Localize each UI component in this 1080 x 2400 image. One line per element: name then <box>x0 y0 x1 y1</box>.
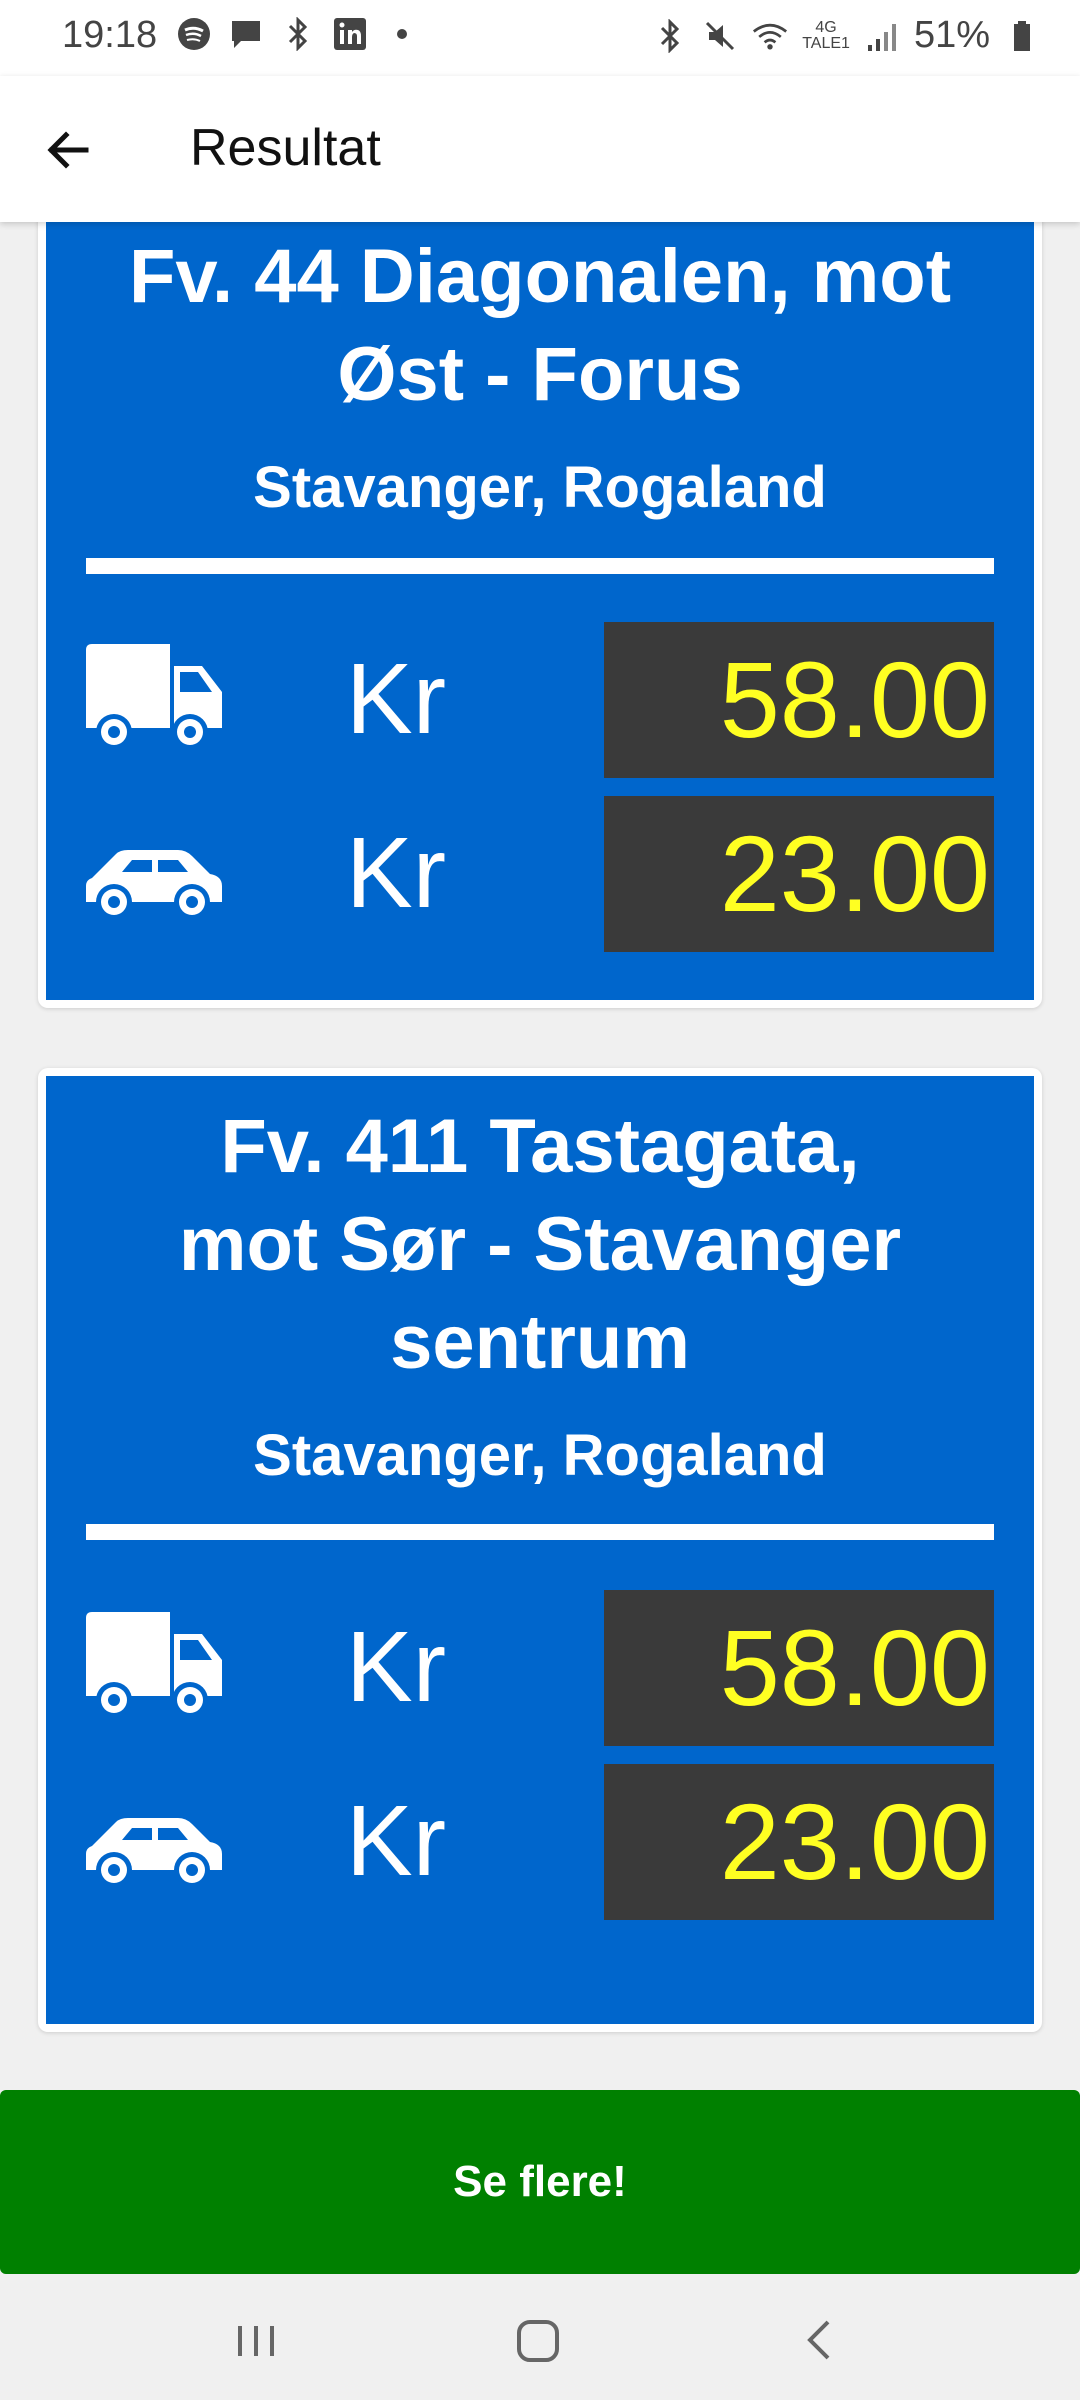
spotify-icon <box>176 16 212 52</box>
car-icon <box>86 850 222 920</box>
currency-label: Kr <box>346 1611 446 1723</box>
status-right-icons: 4G TALE1 51% <box>652 14 1040 57</box>
bluetooth-icon <box>652 18 688 54</box>
network-type: 4G TALE1 <box>802 18 850 52</box>
divider <box>86 1524 994 1540</box>
toll-card-body: Fv. 44 Diagonalen, mot Øst - Forus Stava… <box>46 222 1034 1000</box>
recent-apps-button[interactable] <box>226 2310 286 2370</box>
price-row-car: Kr 23.00 <box>46 796 1034 952</box>
divider <box>86 558 994 574</box>
see-more-button[interactable]: Se flere! <box>0 2090 1080 2274</box>
home-button[interactable] <box>508 2310 568 2370</box>
truck-icon <box>86 1612 222 1718</box>
message-icon <box>228 16 264 52</box>
toll-card[interactable]: Fv. 411 Tastagata, mot Sør - Stavanger s… <box>38 1068 1042 2032</box>
toll-station-name: Fv. 411 Tastagata, mot Sør - Stavanger s… <box>178 1104 902 1385</box>
price-display: 58.00 <box>604 1590 994 1746</box>
currency-label: Kr <box>346 643 446 755</box>
toll-location: Stavanger, Rogaland <box>253 1423 827 1488</box>
home-icon <box>517 2320 559 2362</box>
nav-back-button[interactable] <box>790 2310 850 2370</box>
system-nav-bar <box>0 2274 1080 2400</box>
toll-card-body: Fv. 411 Tastagata, mot Sør - Stavanger s… <box>46 1076 1034 2024</box>
price-row-truck: Kr 58.00 <box>46 622 1034 778</box>
app-bar: Resultat <box>0 76 1080 222</box>
status-time: 19:18 <box>62 14 158 56</box>
price-row-truck: Kr 58.00 <box>46 1590 1034 1746</box>
signal-icon <box>864 18 900 54</box>
mute-icon <box>702 18 738 54</box>
back-button[interactable] <box>40 122 96 178</box>
arrow-left-icon <box>47 131 89 169</box>
recent-apps-icon <box>238 2326 274 2356</box>
back-icon <box>807 2320 830 2360</box>
truck-icon <box>86 644 222 750</box>
status-bar: 19:18 4G TALE1 51% <box>0 0 1080 76</box>
status-left-icons <box>176 16 420 52</box>
price-display: 23.00 <box>604 796 994 952</box>
currency-label: Kr <box>346 1785 446 1897</box>
price-row-car: Kr 23.00 <box>46 1764 1034 1920</box>
toll-location: Stavanger, Rogaland <box>253 455 827 520</box>
results-list[interactable]: Fv. 44 Diagonalen, mot Øst - Forus Stava… <box>0 222 1080 2092</box>
bluetooth-icon <box>280 16 316 52</box>
car-icon <box>86 1818 222 1888</box>
price-display: 58.00 <box>604 622 994 778</box>
battery-percent: 51% <box>913 14 990 56</box>
toll-card[interactable]: Fv. 44 Diagonalen, mot Øst - Forus Stava… <box>38 222 1042 1008</box>
battery-icon <box>1004 18 1040 54</box>
page-title: Resultat <box>190 119 381 177</box>
dot-icon <box>384 16 420 52</box>
wifi-icon <box>752 18 788 54</box>
linkedin-icon <box>332 16 368 52</box>
currency-label: Kr <box>346 817 446 929</box>
price-display: 23.00 <box>604 1764 994 1920</box>
toll-station-name: Fv. 44 Diagonalen, mot Øst - Forus <box>128 234 952 417</box>
